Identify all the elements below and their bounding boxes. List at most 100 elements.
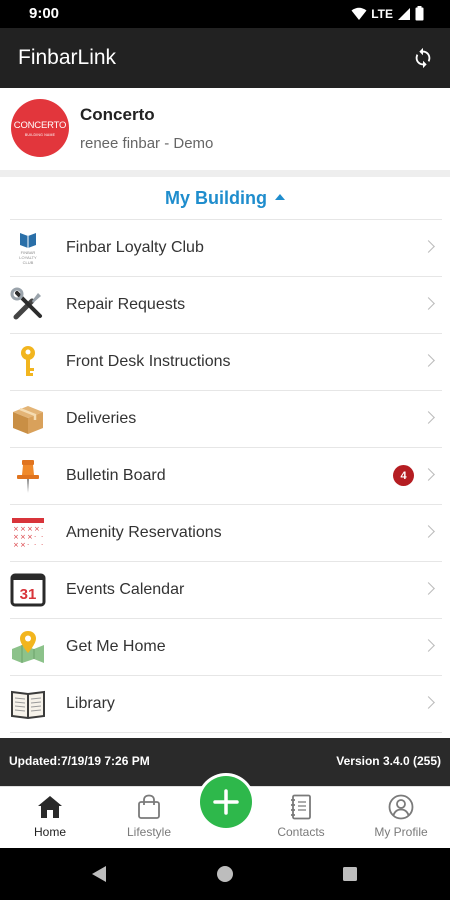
chevron-right-icon — [422, 411, 435, 424]
key-icon — [10, 344, 46, 380]
menu-item-repair-requests[interactable]: Repair Requests — [10, 277, 442, 334]
status-bar: 9:00 LTE — [0, 0, 450, 28]
building-logo-text: CONCERTO — [13, 119, 67, 131]
svg-text:×: × — [27, 525, 33, 533]
menu-item-label: Deliveries — [66, 410, 137, 427]
status-icons: LTE — [351, 6, 424, 21]
section-title: My Building — [165, 187, 267, 208]
app-title: FinbarLink — [18, 46, 117, 69]
chevron-right-icon — [422, 639, 435, 652]
chevron-right-icon — [422, 468, 435, 481]
svg-text:×: × — [20, 533, 26, 541]
nav-tab-contacts[interactable]: Contacts — [256, 793, 346, 845]
menu-item-label: Finbar Loyalty Club — [66, 239, 204, 256]
add-button[interactable] — [197, 773, 255, 831]
status-time: 9:00 — [29, 5, 60, 22]
menu-item-label: Bulletin Board — [66, 467, 166, 484]
building-name: Concerto — [80, 105, 155, 124]
calendar-icon: 31 — [10, 572, 46, 608]
menu-item-bulletin-board[interactable]: Bulletin Board 4 — [10, 448, 442, 505]
svg-text:×: × — [13, 541, 19, 549]
menu-item-events-calendar[interactable]: 31 Events Calendar — [10, 562, 442, 619]
package-icon — [10, 401, 46, 437]
svg-text:×: × — [13, 525, 19, 533]
svg-text:·: · — [34, 533, 36, 541]
user-building-subtitle: renee finbar - Demo — [80, 135, 214, 152]
menu-item-label: Library — [66, 695, 115, 712]
svg-text:·: · — [34, 541, 36, 549]
version-text: Version 3.4.0 (255) — [336, 754, 441, 768]
pushpin-icon — [10, 458, 46, 494]
chevron-right-icon — [422, 582, 435, 595]
tools-icon — [10, 287, 46, 323]
system-navigation-bar — [0, 848, 450, 900]
svg-text:×: × — [20, 541, 26, 549]
calendar-icon-number: 31 — [20, 586, 37, 603]
nav-tab-label: Lifestyle — [126, 825, 172, 839]
recents-square-icon — [343, 867, 357, 881]
menu-item-loyalty-club[interactable]: FINBAR LOYALTY CLUB Finbar Loyalty Club — [10, 220, 442, 277]
network-type-label: LTE — [371, 6, 393, 21]
my-building-toggle[interactable]: My Building — [0, 177, 450, 219]
menu-item-front-desk[interactable]: Front Desk Instructions — [10, 334, 442, 391]
plus-icon — [213, 789, 239, 815]
menu-item-label: Front Desk Instructions — [66, 353, 231, 370]
battery-icon — [415, 6, 424, 21]
svg-text:×: × — [34, 525, 40, 533]
refresh-button[interactable] — [408, 43, 438, 73]
building-logo-subtext: BUILDING NAME — [24, 132, 56, 137]
building-menu-list: FINBAR LOYALTY CLUB Finbar Loyalty Club … — [10, 219, 442, 733]
svg-text:×: × — [13, 533, 19, 541]
chevron-right-icon — [422, 354, 435, 367]
recents-button[interactable] — [340, 864, 360, 884]
home-icon — [36, 793, 64, 821]
chevron-right-icon — [422, 240, 435, 253]
menu-item-label: Get Me Home — [66, 638, 166, 655]
signal-icon — [398, 7, 410, 20]
header-divider — [0, 170, 450, 177]
loyalty-icon-line3: CLUB — [23, 260, 34, 265]
svg-text:×: × — [27, 533, 33, 541]
building-header[interactable]: CONCERTO BUILDING NAME Concerto renee fi… — [0, 88, 450, 170]
back-triangle-icon — [92, 866, 106, 882]
back-button[interactable] — [89, 864, 109, 884]
menu-item-get-me-home[interactable]: Get Me Home — [10, 619, 442, 676]
shopping-bag-icon — [135, 793, 163, 821]
home-system-button[interactable] — [215, 864, 235, 884]
menu-item-label: Amenity Reservations — [66, 524, 222, 541]
caret-up-icon — [275, 194, 285, 200]
svg-text:×: × — [20, 525, 26, 533]
chevron-right-icon — [422, 696, 435, 709]
nav-tab-label: Home — [33, 825, 66, 839]
svg-text:·: · — [41, 525, 43, 533]
svg-text:·: · — [27, 541, 29, 549]
add-button-fill — [200, 776, 252, 828]
last-updated-text: Updated:7/19/19 7:26 PM — [9, 754, 150, 768]
nav-tab-label: Contacts — [277, 825, 325, 839]
menu-item-library[interactable]: Library — [10, 676, 442, 733]
app-bar: FinbarLink — [0, 28, 450, 88]
menu-item-deliveries[interactable]: Deliveries — [10, 391, 442, 448]
refresh-icon — [415, 47, 431, 69]
nav-tab-my-profile[interactable]: My Profile — [356, 793, 446, 845]
nav-tab-home[interactable]: Home — [5, 793, 95, 845]
profile-icon — [387, 793, 415, 821]
notification-count-badge: 4 — [393, 465, 414, 486]
home-circle-icon — [217, 866, 233, 882]
building-logo: CONCERTO BUILDING NAME — [11, 99, 69, 157]
menu-item-label: Repair Requests — [66, 296, 186, 313]
chevron-right-icon — [422, 525, 435, 538]
reservation-grid-icon: × × × × · × × × · · × × · · · — [10, 515, 46, 551]
book-icon — [10, 686, 46, 722]
menu-item-amenity-reservations[interactable]: × × × × · × × × · · × × · · · Amenity Reservations — [10, 505, 442, 562]
nav-tab-lifestyle[interactable]: Lifestyle — [104, 793, 194, 845]
svg-text:·: · — [41, 533, 43, 541]
menu-item-label: Events Calendar — [66, 581, 185, 598]
svg-text:·: · — [41, 541, 43, 549]
chevron-right-icon — [422, 297, 435, 310]
loyalty-club-icon: FINBAR LOYALTY CLUB — [10, 230, 46, 266]
address-book-icon — [287, 793, 315, 821]
nav-tab-label: My Profile — [374, 825, 428, 839]
wifi-icon — [351, 7, 367, 20]
map-pin-icon — [10, 629, 46, 665]
